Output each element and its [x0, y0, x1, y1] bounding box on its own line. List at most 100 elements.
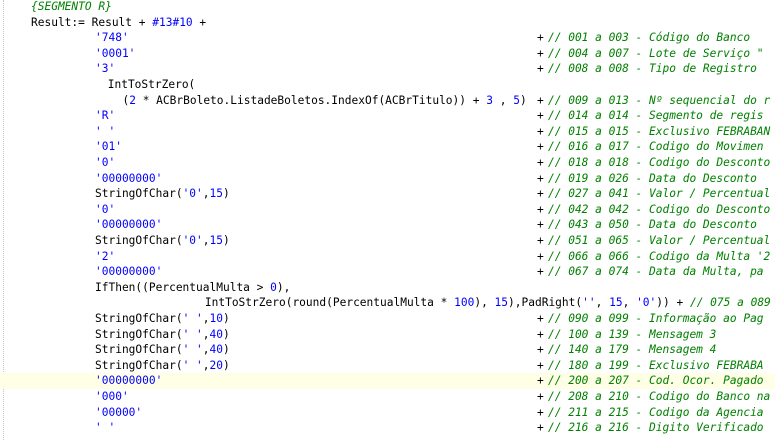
code-line[interactable]: '00000000' + // 043 a 050 - Data do Descon… — [0, 217, 775, 233]
line-comment: // 200 a 207 - Cod. Ocor. Pagado — [548, 374, 764, 388]
concat-operator: + — [537, 343, 544, 357]
concat-operator: + — [537, 358, 544, 372]
code-line[interactable]: '00000000' + // 067 a 074 - Data da Multa,… — [0, 264, 775, 280]
code-line[interactable]: 'R' + // 014 a 014 - Segmento de regis — [0, 108, 775, 124]
token-plain: ) — [223, 343, 230, 357]
token-number: 10 — [209, 312, 224, 325]
code-line[interactable]: '0001' + // 004 a 007 - Lote de Serviço " — [0, 46, 775, 62]
line-comment: // 008 a 008 - Tipo de Registro — [548, 62, 757, 76]
token-string: '00000000' — [95, 218, 163, 232]
token-string: ' ' — [95, 124, 116, 138]
code-line[interactable]: StringOfChar('0',15) + // 051 a 065 - Valo… — [0, 233, 775, 249]
concat-operator: + — [537, 171, 544, 185]
code-line[interactable]: ' ' + // 216 a 216 - Digito Verificado — [0, 420, 775, 436]
code-line[interactable]: (2 * ACBrBoleto.ListadeBoletos.IndexOf(A… — [0, 93, 775, 109]
token-plain: StringOfChar( — [95, 327, 183, 341]
token-plain: IntToStrZero( — [101, 78, 196, 91]
code-text: '01' — [95, 139, 122, 155]
code-line[interactable]: '3' + // 008 a 008 - Tipo de Registro — [0, 61, 775, 77]
line-comment: // 090 a 099 - Informação ao Pag — [548, 312, 764, 325]
line-comment: // 009 a 013 - Nº sequencial do r — [548, 93, 771, 107]
code-line[interactable]: '00000000' + // 019 a 026 - Data do Descon… — [0, 171, 775, 187]
line-comment: // 042 a 042 - Codigo do Desconto — [548, 202, 771, 216]
concat-operator: + — [537, 390, 544, 403]
token-string: '0' — [636, 296, 657, 310]
concat-operator: + — [537, 202, 544, 216]
code-line[interactable]: {SEGMENTO R} — [0, 0, 775, 15]
code-text: StringOfChar(' ',40) — [95, 327, 230, 343]
code-text: '3' — [95, 61, 115, 77]
code-text: IfThen((PercentualMulta > 0), — [95, 280, 290, 296]
token-string: '01' — [95, 140, 122, 154]
code-text: IntToStrZero( — [101, 77, 196, 93]
code-line[interactable]: '2' + // 066 a 066 - Codigo da Multa '2 — [0, 249, 775, 265]
token-number: 15 — [209, 187, 224, 201]
concat-operator: + — [537, 249, 544, 263]
line-comment: // 216 a 216 - Digito Verificado — [548, 421, 764, 435]
line-comment: // 208 a 210 - Codigo do Banco na — [548, 390, 771, 403]
token-plain: Result:= Result + — [31, 15, 153, 29]
token-string: ' ' — [95, 421, 116, 435]
code-line[interactable]: StringOfChar(' ',10) + // 090 a 099 - Info… — [0, 311, 775, 327]
token-number: 0 — [270, 280, 277, 294]
concat-operator: + — [537, 109, 544, 123]
code-line[interactable]: IntToStrZero( — [0, 77, 775, 93]
token-string: ' ' — [182, 312, 203, 325]
token-plain: IfThen((PercentualMulta > — [95, 280, 271, 294]
line-comment: // 004 a 007 - Lote de Serviço " — [548, 46, 764, 60]
line-comment: // 100 a 139 - Mensagem 3 — [548, 327, 717, 341]
code-text: '000' — [95, 389, 129, 405]
code-line[interactable]: '0' + // 042 a 042 - Codigo do Desconto — [0, 202, 775, 218]
code-editor[interactable]: {SEGMENTO R} Result:= Result + #13#10 + '7… — [0, 0, 775, 440]
line-comment: // 019 a 026 - Data do Desconto — [548, 171, 757, 185]
code-line[interactable]: ' ' + // 015 a 015 - Exclusivo FEBRABAN — [0, 124, 775, 140]
token-plain: IntToStrZero(round(PercentualMulta * — [151, 296, 455, 310]
code-line[interactable]: '000' + // 208 a 210 - Codigo do Banco na — [0, 389, 775, 405]
code-line[interactable]: StringOfChar(' ',40) + // 140 a 179 - Mens… — [0, 342, 775, 358]
code-line-current[interactable]: '00000000' + // 200 a 207 - Cod. Ocor. Pag… — [0, 373, 775, 390]
concat-operator: + — [537, 140, 544, 154]
line-comment: // 043 a 050 - Data do Desconto — [548, 218, 757, 232]
token-plain: ) — [223, 327, 230, 341]
code-line[interactable]: '0' + // 018 a 018 - Codigo do Desconto — [0, 155, 775, 171]
code-line[interactable]: IntToStrZero(round(PercentualMulta * 100… — [0, 295, 775, 311]
code-text: '00000000' — [95, 373, 162, 389]
token-string: '00000000' — [95, 374, 163, 388]
code-line[interactable]: StringOfChar(' ',20) + // 180 a 199 - Excl… — [0, 358, 775, 374]
code-text: StringOfChar('0',15) — [95, 233, 230, 249]
code-text: 'R' — [95, 108, 115, 124]
token-plain: , — [202, 358, 210, 372]
token-plain: ( — [109, 93, 130, 107]
code-text: StringOfChar('0',15) — [95, 186, 230, 202]
line-comment: // 015 a 015 - Exclusivo FEBRABAN — [548, 124, 771, 138]
token-number: 100 — [454, 296, 475, 310]
token-string: ' ' — [182, 327, 203, 341]
token-string: '2' — [95, 249, 116, 263]
token-number: #13#10 — [152, 15, 193, 29]
code-text: ' ' — [95, 124, 115, 140]
concat-operator: + — [537, 31, 544, 45]
token-plain: , — [202, 343, 210, 357]
code-text: '748' — [95, 30, 129, 46]
token-number: 2 — [129, 93, 136, 107]
code-line[interactable]: '01' + // 016 a 017 - Codigo do Movimen — [0, 139, 775, 155]
token-plain: ) — [223, 187, 230, 201]
code-line[interactable]: '748' + // 001 a 003 - Código do Banco — [0, 30, 775, 46]
code-text: '00000' — [95, 405, 142, 421]
line-comment: // 001 a 003 - Código do Banco — [548, 31, 751, 45]
token-plain: , — [595, 296, 610, 310]
concat-operator: + — [537, 405, 544, 419]
code-text: '0001' — [95, 46, 135, 62]
code-line[interactable]: StringOfChar(' ',40) + // 100 a 139 - Mens… — [0, 327, 775, 343]
code-text: '2' — [95, 249, 115, 265]
token-plain: ) — [223, 234, 230, 247]
line-comment: // 067 a 074 - Data da Multa, pa — [548, 265, 764, 279]
code-line[interactable]: StringOfChar('0',15) + // 027 a 041 - Valo… — [0, 186, 775, 202]
code-line[interactable]: '00000' + // 211 a 215 - Codigo da Agencia — [0, 405, 775, 421]
token-string: 'R' — [95, 109, 116, 123]
concat-operator: + — [537, 93, 544, 107]
code-line[interactable]: IfThen((PercentualMulta > 0), — [0, 280, 775, 296]
code-line[interactable]: Result:= Result + #13#10 + — [0, 15, 775, 31]
token-plain: ),PadRight( — [508, 296, 583, 310]
concat-operator: + — [537, 62, 544, 76]
